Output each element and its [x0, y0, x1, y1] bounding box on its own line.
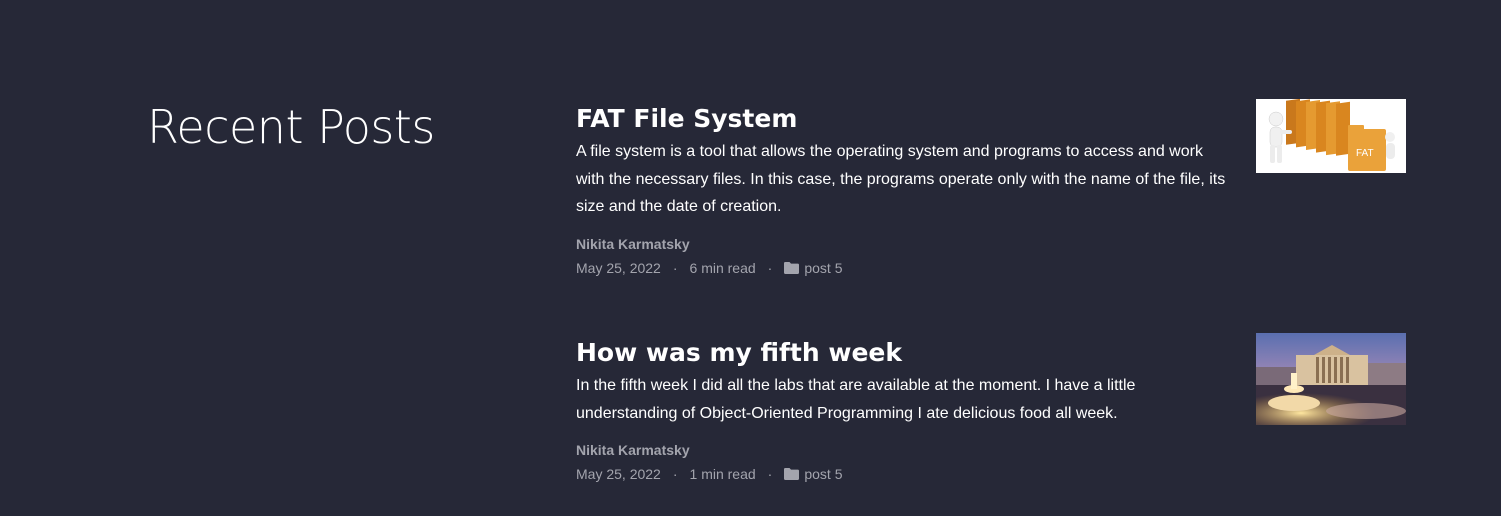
folder-icon [784, 468, 800, 480]
meta-separator: · [672, 259, 678, 276]
post-author[interactable]: Nikita Karmatsky [576, 441, 1406, 459]
post-excerpt: A file system is a tool that allows the … [576, 143, 1226, 215]
post-thumbnail[interactable]: FAT [1256, 99, 1406, 173]
post-read-time: 6 min read [689, 259, 756, 276]
post-thumbnail[interactable] [1256, 333, 1406, 425]
recent-posts-page: Recent Posts FAT File System A file syst… [0, 0, 1501, 516]
meta-separator: · [672, 466, 678, 482]
post-category-link[interactable]: post 5 [804, 465, 842, 483]
fat-folders-image: FAT [1256, 99, 1406, 173]
post-excerpt: In the fifth week I did all the labs tha… [576, 377, 1136, 422]
section-title: Recent Posts [147, 100, 435, 154]
post-meta: May 25, 2022 · 1 min read · post 5 [576, 465, 1406, 483]
post-read-time: 1 min read [689, 466, 756, 482]
meta-separator: · [767, 466, 773, 482]
post-date: May 25, 2022 [576, 259, 661, 276]
post-date: May 25, 2022 [576, 466, 661, 482]
post-meta: May 25, 2022 · 6 min read · post 5 [576, 259, 1406, 277]
post-author[interactable]: Nikita Karmatsky [576, 235, 1406, 253]
post-title-link[interactable]: FAT File System [576, 103, 1216, 135]
meta-separator: · [767, 259, 773, 276]
post-category-link[interactable]: post 5 [804, 259, 842, 277]
folder-icon [784, 261, 800, 274]
post-title-link[interactable]: How was my fifth week [576, 337, 1216, 369]
theatre-fountain-image [1256, 333, 1406, 425]
post-card: FAT File System A file system is a tool … [576, 99, 1406, 277]
post-card: How was my fifth week In the fifth week … [576, 333, 1406, 483]
thumbnail-label: FAT [1356, 148, 1374, 159]
